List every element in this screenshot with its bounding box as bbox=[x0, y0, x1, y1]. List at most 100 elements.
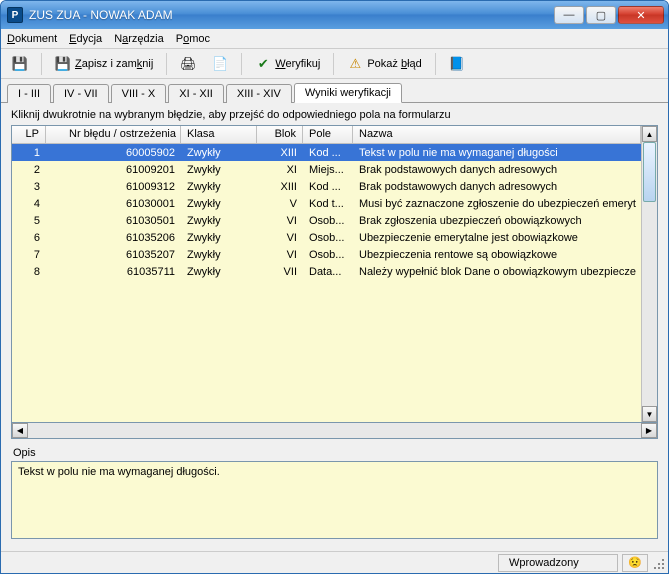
table-row[interactable]: 761035207ZwykłyVIOsob...Ubezpieczenia re… bbox=[12, 246, 641, 263]
scroll-down-icon[interactable]: ▼ bbox=[642, 406, 657, 422]
horizontal-scrollbar[interactable]: ◀ ▶ bbox=[11, 423, 658, 439]
table-row[interactable]: 461030001ZwykłyVKod t...Musi być zaznacz… bbox=[12, 195, 641, 212]
cell: 5 bbox=[12, 214, 46, 228]
scroll-thumb[interactable] bbox=[643, 142, 656, 202]
cell: VI bbox=[257, 248, 303, 262]
tab-xi-xii[interactable]: XI - XII bbox=[168, 84, 224, 103]
col-err[interactable]: Nr błędu / ostrzeżenia bbox=[46, 126, 181, 143]
print-preview-button[interactable]: 📄 bbox=[205, 52, 235, 76]
table-row[interactable]: 361009312ZwykłyXIIIKod ...Brak podstawow… bbox=[12, 178, 641, 195]
cell: 7 bbox=[12, 248, 46, 262]
cell: 3 bbox=[12, 180, 46, 194]
hint-text: Kliknij dwukrotnie na wybranym błędzie, … bbox=[11, 109, 658, 121]
cell: VI bbox=[257, 214, 303, 228]
menu-pomoc[interactable]: Pomoc bbox=[176, 33, 210, 45]
titlebar[interactable]: P ZUS ZUA - NOWAK ADAM — ▢ ✕ bbox=[1, 1, 668, 29]
cell: Kod ... bbox=[303, 180, 353, 194]
description-label: Opis bbox=[13, 447, 658, 459]
tab-strip: I - III IV - VII VIII - X XI - XII XIII … bbox=[1, 79, 668, 103]
cell: XIII bbox=[257, 146, 303, 160]
cell: Osob... bbox=[303, 248, 353, 262]
print-icon: 🖨 bbox=[180, 56, 196, 72]
app-icon: P bbox=[7, 7, 23, 23]
cell: 61035207 bbox=[46, 248, 181, 262]
cell: Zwykły bbox=[181, 180, 257, 194]
col-klasa[interactable]: Klasa bbox=[181, 126, 257, 143]
save-close-button[interactable]: 💾 Zapisz i zamknij bbox=[48, 52, 160, 76]
cell: 4 bbox=[12, 197, 46, 211]
minimize-button[interactable]: — bbox=[554, 6, 584, 24]
col-lp[interactable]: LP bbox=[12, 126, 46, 143]
resize-grip-icon[interactable] bbox=[652, 554, 668, 572]
tab-viii-x[interactable]: VIII - X bbox=[111, 84, 167, 103]
table-row[interactable]: 261009201ZwykłyXIMiejs...Brak podstawowy… bbox=[12, 161, 641, 178]
table-row[interactable]: 661035206ZwykłyVIOsob...Ubezpieczenie em… bbox=[12, 229, 641, 246]
menu-dokument[interactable]: Dokument bbox=[7, 33, 57, 45]
content-area: Kliknij dwukrotnie na wybranym błędzie, … bbox=[1, 103, 668, 551]
scroll-left-icon[interactable]: ◀ bbox=[12, 423, 28, 438]
scroll-right-icon[interactable]: ▶ bbox=[641, 423, 657, 438]
grid-body[interactable]: 160005902ZwykłyXIIIKod ...Tekst w polu n… bbox=[12, 144, 641, 422]
menu-edycja[interactable]: Edycja bbox=[69, 33, 102, 45]
cell: 61035711 bbox=[46, 265, 181, 279]
table-row[interactable]: 160005902ZwykłyXIIIKod ...Tekst w polu n… bbox=[12, 144, 641, 161]
scroll-up-icon[interactable]: ▲ bbox=[642, 126, 657, 142]
cell: VII bbox=[257, 265, 303, 279]
col-pole[interactable]: Pole bbox=[303, 126, 353, 143]
cell: Kod t... bbox=[303, 197, 353, 211]
statusbar: Wprowadzony 😟 bbox=[1, 551, 668, 573]
cell: XI bbox=[257, 163, 303, 177]
verify-button[interactable]: ✔ Weryfikuj bbox=[248, 52, 327, 76]
cell: 60005902 bbox=[46, 146, 181, 160]
show-error-label: Pokaż błąd bbox=[367, 58, 421, 70]
separator bbox=[333, 53, 334, 75]
check-icon: ✔ bbox=[255, 56, 271, 72]
hscroll-track[interactable] bbox=[28, 423, 641, 438]
description-box[interactable]: Tekst w polu nie ma wymaganej długości. bbox=[11, 461, 658, 539]
help-button[interactable]: 📘 bbox=[442, 52, 472, 76]
tab-i-iii[interactable]: I - III bbox=[7, 84, 51, 103]
error-grid: LP Nr błędu / ostrzeżenia Klasa Blok Pol… bbox=[11, 125, 658, 423]
preview-icon: 📄 bbox=[212, 56, 228, 72]
cell: Ubezpieczenia rentowe są obowiązkowe bbox=[353, 248, 641, 262]
cell: 6 bbox=[12, 231, 46, 245]
cell: Zwykły bbox=[181, 265, 257, 279]
show-error-button[interactable]: ⚠ Pokaż błąd bbox=[340, 52, 428, 76]
tab-wyniki-weryfikacji[interactable]: Wyniki weryfikacji bbox=[294, 83, 402, 103]
status-mood-icon: 😟 bbox=[622, 554, 648, 572]
table-row[interactable]: 561030501ZwykłyVIOsob...Brak zgłoszenia … bbox=[12, 212, 641, 229]
cell: Zwykły bbox=[181, 214, 257, 228]
menu-narzedzia[interactable]: Narzędzia bbox=[114, 33, 164, 45]
cell: Zwykły bbox=[181, 231, 257, 245]
cell: 8 bbox=[12, 265, 46, 279]
separator bbox=[435, 53, 436, 75]
cell: Tekst w polu nie ma wymaganej długości bbox=[353, 146, 641, 160]
window-title: ZUS ZUA - NOWAK ADAM bbox=[29, 8, 554, 22]
cell: Miejs... bbox=[303, 163, 353, 177]
col-nazwa[interactable]: Nazwa bbox=[353, 126, 641, 143]
cell: Musi być zaznaczone zgłoszenie do ubezpi… bbox=[353, 197, 641, 211]
save-button[interactable]: 💾 bbox=[5, 52, 35, 76]
print-button[interactable]: 🖨 bbox=[173, 52, 203, 76]
cell: Zwykły bbox=[181, 163, 257, 177]
maximize-button[interactable]: ▢ bbox=[586, 6, 616, 24]
close-button[interactable]: ✕ bbox=[618, 6, 664, 24]
cell: V bbox=[257, 197, 303, 211]
vertical-scrollbar[interactable]: ▲ ▼ bbox=[641, 126, 657, 422]
cell: Osob... bbox=[303, 214, 353, 228]
app-window: P ZUS ZUA - NOWAK ADAM — ▢ ✕ Dokument Ed… bbox=[0, 0, 669, 574]
cell: Brak podstawowych danych adresowych bbox=[353, 180, 641, 194]
cell: Zwykły bbox=[181, 146, 257, 160]
tab-iv-vii[interactable]: IV - VII bbox=[53, 84, 109, 103]
cell: Należy wypełnić blok Dane o obowiązkowym… bbox=[353, 265, 641, 279]
tab-xiii-xiv[interactable]: XIII - XIV bbox=[226, 84, 292, 103]
save-icon: 💾 bbox=[12, 56, 28, 72]
col-blok[interactable]: Blok bbox=[257, 126, 303, 143]
cell: 61009312 bbox=[46, 180, 181, 194]
cell: Kod ... bbox=[303, 146, 353, 160]
table-row[interactable]: 861035711ZwykłyVIIData...Należy wypełnić… bbox=[12, 263, 641, 280]
cell: XIII bbox=[257, 180, 303, 194]
cell: 61030501 bbox=[46, 214, 181, 228]
separator bbox=[41, 53, 42, 75]
separator bbox=[241, 53, 242, 75]
